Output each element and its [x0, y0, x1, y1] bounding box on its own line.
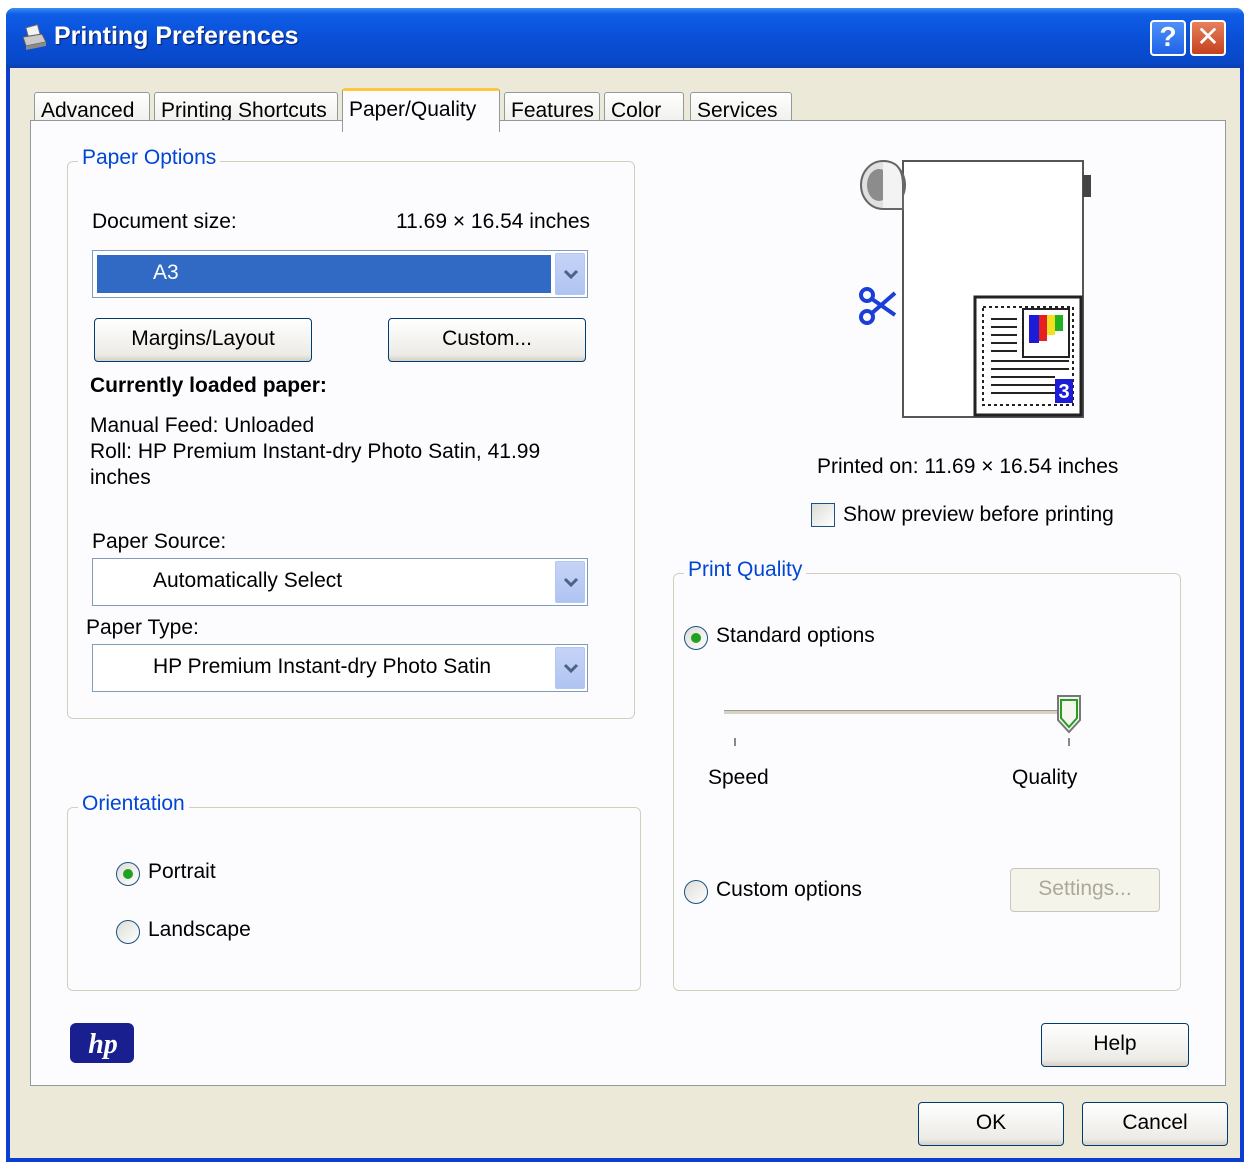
paper-type-select-value: HP Premium Instant-dry Photo Satin: [153, 655, 492, 678]
cancel-button[interactable]: Cancel: [1082, 1102, 1228, 1146]
loaded-paper-heading: Currently loaded paper:: [90, 374, 327, 397]
margins-layout-button[interactable]: Margins/Layout: [94, 318, 312, 362]
document-size-select-value: A3: [153, 261, 179, 284]
orientation-group: Orientation Portrait Landscape: [67, 792, 641, 991]
quality-label: Quality: [1012, 766, 1078, 789]
chevron-down-icon[interactable]: [555, 647, 585, 689]
chevron-down-icon[interactable]: [555, 253, 585, 295]
portrait-radio[interactable]: [116, 862, 140, 886]
quality-slider-track[interactable]: [724, 710, 1074, 714]
paper-source-select[interactable]: Automatically Select: [92, 558, 588, 606]
tab-panel: Paper Options Document size: 11.69 × 16.…: [30, 120, 1226, 1086]
hp-logo: hp: [70, 1023, 134, 1063]
print-quality-legend: Print Quality: [684, 558, 807, 582]
preview-page-number: 3: [1058, 381, 1069, 403]
paper-roll-preview: 3: [811, 147, 1111, 427]
printer-icon: [22, 24, 47, 50]
standard-options-radio[interactable]: [684, 626, 708, 650]
help-button[interactable]: Help: [1041, 1023, 1189, 1067]
paper-options-group: Paper Options Document size: 11.69 × 16.…: [67, 146, 635, 719]
title-bar[interactable]: Printing Preferences ? ✕: [6, 8, 1244, 68]
landscape-label[interactable]: Landscape: [148, 918, 251, 942]
svg-text:hp: hp: [88, 1029, 118, 1060]
quality-slider-thumb[interactable]: [1056, 694, 1082, 736]
ok-button[interactable]: OK: [918, 1102, 1064, 1146]
loaded-paper-manual-feed: Manual Feed: Unloaded: [90, 414, 315, 437]
paper-source-label: Paper Source:: [92, 530, 227, 553]
paper-type-select[interactable]: HP Premium Instant-dry Photo Satin: [92, 644, 588, 692]
chevron-down-icon[interactable]: [555, 561, 585, 603]
tab-paper-quality[interactable]: Paper/Quality: [342, 88, 500, 132]
document-size-select[interactable]: A3: [92, 250, 588, 298]
help-title-button[interactable]: ?: [1150, 20, 1186, 56]
paper-type-label: Paper Type:: [86, 616, 199, 639]
print-quality-group: Print Quality Standard options Speed Qua…: [673, 558, 1181, 991]
printing-preferences-dialog: Printing Preferences ? ✕ Advanced Printi…: [6, 8, 1244, 1162]
document-size-label: Document size:: [92, 210, 237, 233]
printed-on-label: Printed on: 11.69 × 16.54 inches: [817, 455, 1119, 478]
slider-tick-quality: [1068, 738, 1070, 746]
loaded-paper-roll-units: inches: [90, 466, 151, 489]
window-title: Printing Preferences: [54, 22, 299, 50]
show-preview-label[interactable]: Show preview before printing: [843, 503, 1114, 527]
landscape-radio[interactable]: [116, 920, 140, 944]
loaded-paper-roll: Roll: HP Premium Instant-dry Photo Satin…: [90, 440, 541, 463]
custom-options-label[interactable]: Custom options: [716, 878, 862, 902]
close-button[interactable]: ✕: [1190, 20, 1226, 56]
custom-size-button[interactable]: Custom...: [388, 318, 586, 362]
show-preview-checkbox[interactable]: [811, 503, 835, 527]
slider-tick-speed: [734, 738, 736, 746]
speed-label: Speed: [708, 766, 769, 789]
orientation-legend: Orientation: [78, 792, 189, 816]
paper-options-legend: Paper Options: [78, 146, 221, 170]
paper-source-select-value: Automatically Select: [153, 569, 343, 592]
document-size-value: 11.69 × 16.54 inches: [396, 210, 591, 233]
portrait-label[interactable]: Portrait: [148, 860, 216, 884]
standard-options-label[interactable]: Standard options: [716, 624, 875, 648]
custom-options-radio[interactable]: [684, 880, 708, 904]
settings-button[interactable]: Settings...: [1010, 868, 1160, 912]
